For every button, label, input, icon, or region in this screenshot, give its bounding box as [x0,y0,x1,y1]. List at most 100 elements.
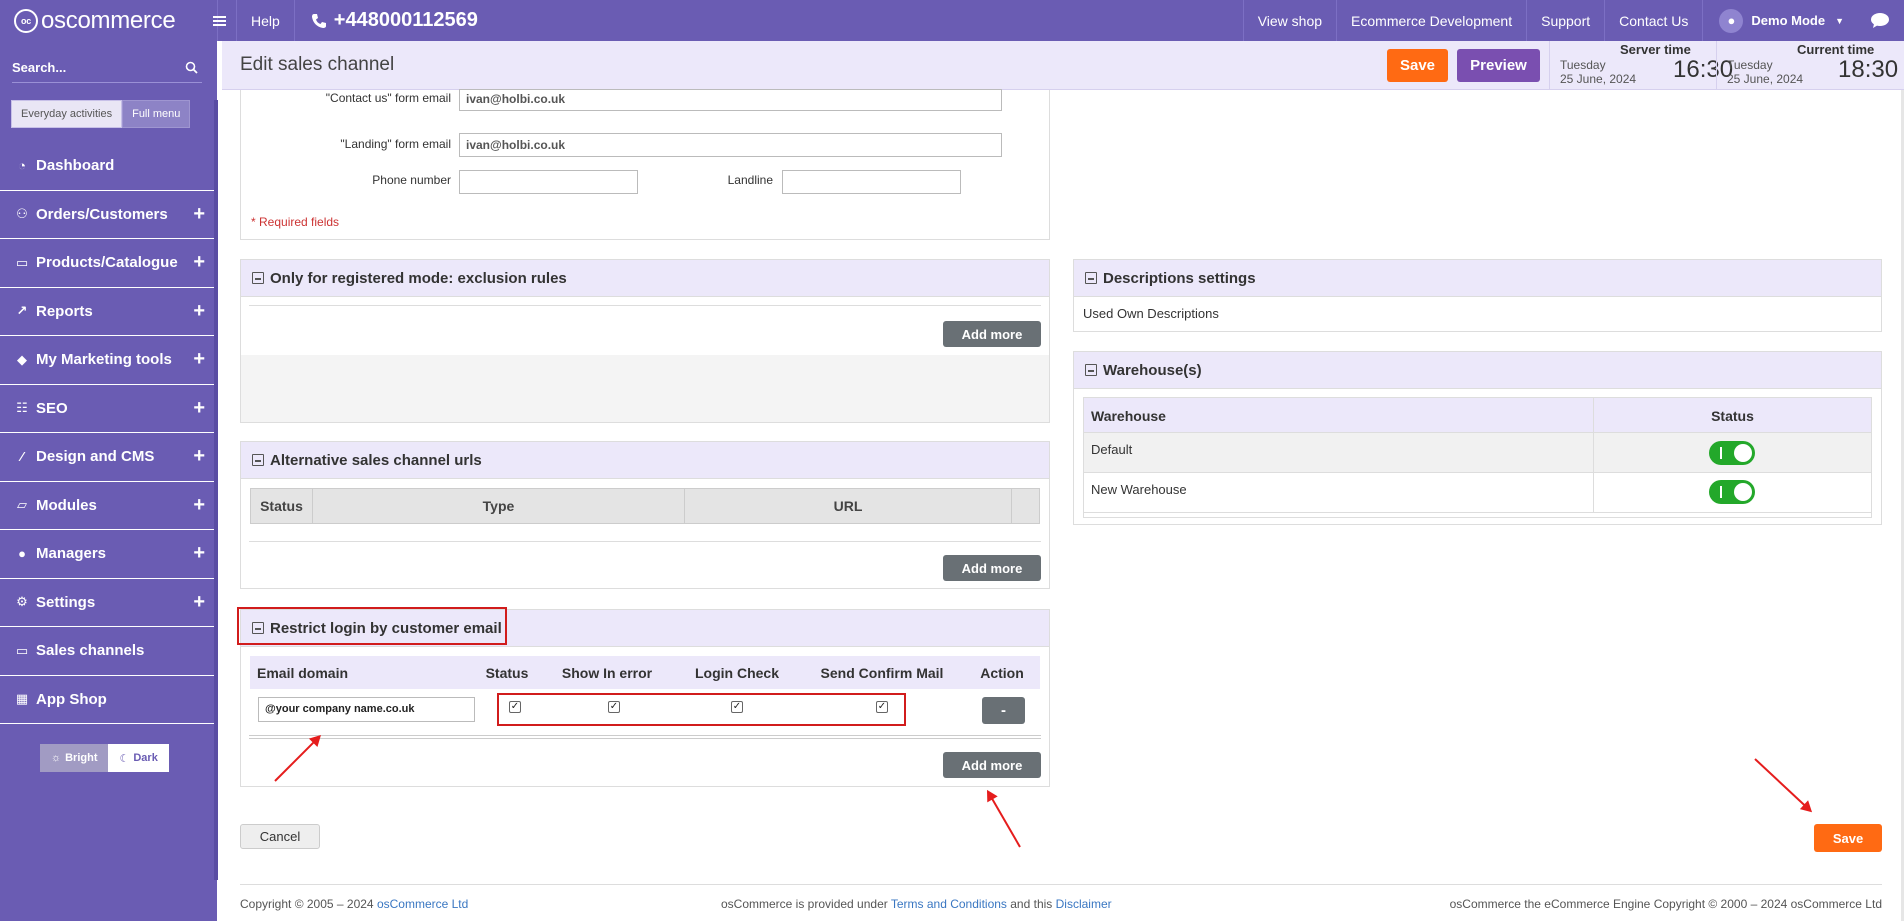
monitor-icon: ▭ [15,642,29,658]
sidebar-scrollbar[interactable] [214,100,218,880]
hamburger-menu-icon[interactable] [203,0,237,41]
contact-us-link[interactable]: Contact Us [1604,0,1702,41]
sidebar-item-orders-customers[interactable]: ⚇ Orders/Customers + [0,191,217,239]
chat-icon[interactable] [1860,0,1904,41]
exclusion-add-more-button[interactable]: Add more [943,321,1041,347]
page-title: Edit sales channel [240,54,395,75]
column-header-type[interactable]: Type [313,489,685,523]
moon-icon: ☾ [119,752,130,765]
theme-bright-button[interactable]: ☼ Bright [40,744,109,772]
warehouse-status-toggle[interactable] [1709,480,1755,504]
user-menu[interactable]: ● Demo Mode ▼ [1702,0,1860,41]
expand-plus-icon[interactable]: + [193,397,205,420]
alt-urls-table-header: Status Type URL [250,488,1040,524]
footer-copyright-text: Copyright © 2005 – 2024 [240,897,377,911]
sidebar-item-app-shop[interactable]: ▦ App Shop [0,676,217,724]
sidebar-item-label: Modules [36,496,97,514]
expand-plus-icon[interactable]: + [193,591,205,614]
restrict-add-more-button[interactable]: Add more [943,752,1041,778]
bottom-save-button[interactable]: Save [1814,824,1882,852]
sidebar-item-products-catalogue[interactable]: ▭ Products/Catalogue + [0,239,217,288]
sidebar-item-managers[interactable]: ● Managers + [0,530,217,579]
current-clock: 18:30 [1838,56,1899,83]
oscommerce-ltd-link[interactable]: osCommerce Ltd [377,897,468,911]
header-save-button[interactable]: Save [1387,49,1448,82]
warehouses-table: Warehouse Status Default New Warehouse [1083,397,1872,518]
sidebar-search[interactable]: Search... [12,53,202,83]
disclaimer-link[interactable]: Disclaimer [1056,897,1112,911]
descriptions-settings-panel: Descriptions settings Used Own Descripti… [1073,259,1882,332]
expand-plus-icon[interactable]: + [193,542,205,565]
sidebar-item-my-marketing-tools[interactable]: ◆ My Marketing tools + [0,336,217,385]
sidebar-item-modules[interactable]: ▱ Modules + [0,482,217,530]
landing-email-label: "Landing" form email [340,137,451,151]
sidebar-item-sales-channels[interactable]: ▭ Sales channels [0,627,217,676]
sidebar-item-dashboard[interactable]: ◔ Dashboard [0,142,217,191]
alt-urls-add-more-button[interactable]: Add more [943,555,1041,581]
exclusion-rules-title: Only for registered mode: exclusion rule… [270,269,567,287]
email-domain-field[interactable]: @your company name.co.uk [258,697,475,722]
search-input[interactable]: Search... [12,60,66,75]
warehouses-panel: Warehouse(s) Warehouse Status Default Ne… [1073,351,1882,525]
sidebar-item-design-and-cms[interactable]: ∕ Design and CMS + [0,433,217,482]
server-time-label: Server time [1620,42,1691,57]
cancel-button[interactable]: Cancel [240,824,320,849]
sidebar-item-label: App Shop [36,690,107,708]
warehouse-name: Default [1091,441,1133,457]
exclusion-rules-header: Only for registered mode: exclusion rule… [241,260,1049,297]
divider [249,305,1041,306]
column-divider [1593,433,1594,473]
full-menu-button[interactable]: Full menu [122,100,191,128]
expand-plus-icon[interactable]: + [193,251,205,274]
landing-email-field[interactable]: ivan@holbi.co.uk [459,133,1002,157]
required-fields-note: * Required fields [251,215,340,229]
everyday-activities-button[interactable]: Everyday activities [11,100,123,128]
theme-dark-button[interactable]: ☾ Dark [108,744,169,772]
current-date: 25 June, 2024 [1727,72,1804,86]
preview-button[interactable]: Preview [1457,49,1540,82]
terms-link[interactable]: Terms and Conditions [891,897,1007,911]
expand-plus-icon[interactable]: + [193,445,205,468]
logo[interactable]: oc oscommerce [0,0,218,41]
expand-plus-icon[interactable]: + [193,300,205,323]
current-time: Current time Tuesday 25 June, 2024 18:30 [1716,41,1904,90]
search-icon[interactable] [185,61,198,74]
phone-number[interactable]: +448000112569 [295,0,494,41]
column-header-url[interactable]: URL [685,489,1012,523]
footer-license-text: osCommerce is provided under [721,897,891,911]
sidebar-item-label: My Marketing tools [36,351,172,369]
warehouse-status-toggle[interactable] [1709,441,1755,465]
help-link[interactable]: Help [237,0,295,41]
store-icon: ▦ [15,691,29,707]
support-link[interactable]: Support [1526,0,1604,41]
descriptions-value: Used Own Descriptions [1083,306,1219,321]
sidebar-item-label: Sales channels [36,642,145,660]
phone-icon [311,13,326,28]
alt-urls-title: Alternative sales channel urls [270,451,482,469]
sidebar-item-label: Products/Catalogue [36,254,178,272]
contact-us-email-field[interactable]: ivan@holbi.co.uk [459,89,1002,111]
sidebar-item-seo[interactable]: ☷ SEO + [0,385,217,433]
descriptions-settings-header: Descriptions settings [1074,260,1881,297]
ecommerce-dev-link[interactable]: Ecommerce Development [1336,0,1526,41]
sidebar-item-settings[interactable]: ⚙ Settings + [0,579,217,627]
column-divider [1593,473,1594,513]
sidebar-item-reports[interactable]: ↗ Reports + [0,288,217,336]
sidebar-menu: ◔ Dashboard ⚇ Orders/Customers + ▭ Products/Ca… [0,142,217,724]
server-time: Server time Tuesday 25 June, 2024 16:30 [1549,41,1733,90]
column-header-status[interactable]: Status [251,489,313,523]
view-shop-link[interactable]: View shop [1242,0,1336,41]
expand-plus-icon[interactable]: + [193,494,205,517]
menu-mode-toggle: Everyday activities Full menu [11,100,191,128]
warehouses-table-header: Warehouse Status [1084,398,1871,433]
exclusion-rules-panel: Only for registered mode: exclusion rule… [240,259,1050,423]
landline-field[interactable] [782,170,961,194]
remove-row-button[interactable]: - [982,697,1025,724]
expand-plus-icon[interactable]: + [193,348,205,371]
server-day: Tuesday [1560,58,1606,72]
phone-number-field[interactable] [459,170,638,194]
annotation-highlight-title [237,607,507,645]
warehouses-title: Warehouse(s) [1103,361,1202,379]
annotation-arrow [1754,758,1812,812]
expand-plus-icon[interactable]: + [193,203,205,226]
